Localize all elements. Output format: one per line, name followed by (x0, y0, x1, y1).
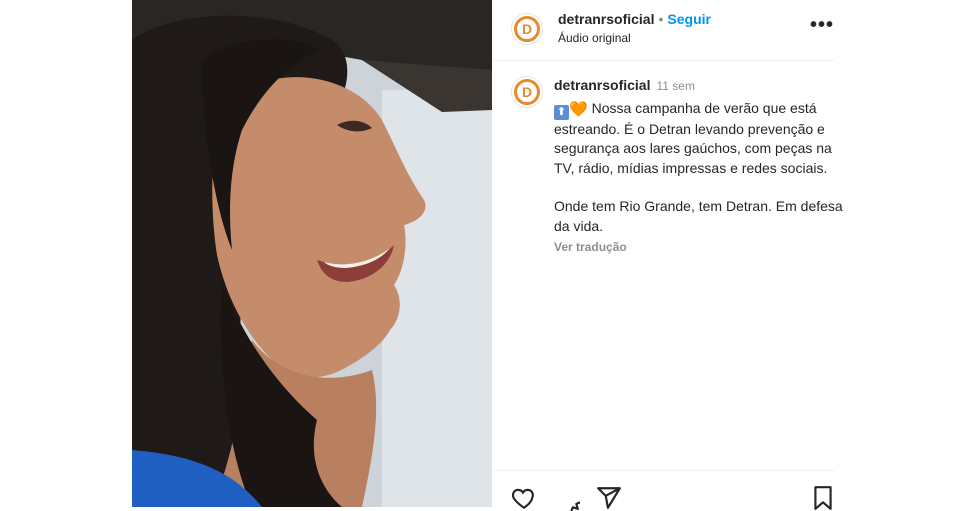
caption-text: Nossa campanha de verão que está estrean… (554, 99, 832, 176)
orange-heart-emoji: 🧡 (569, 100, 588, 118)
comment-icon[interactable] (554, 485, 580, 511)
bookmark-icon[interactable] (810, 485, 836, 511)
more-options-icon[interactable]: ••• (810, 15, 834, 38)
post-time[interactable]: 11 sem (656, 79, 694, 93)
caption-text-2: Onde tem Rio Grande, tem Detran. Em defe… (554, 198, 843, 234)
up-arrow-emoji: ⬆ (554, 104, 569, 120)
post-media[interactable] (132, 0, 492, 507)
audio-label[interactable]: Áudio original (558, 31, 631, 45)
heart-icon[interactable] (511, 485, 537, 511)
post-side-panel: D detranrsoficial • Seguir Áudio original … (492, 0, 843, 511)
separator-dot: • (658, 11, 664, 27)
brand-logo: D (514, 16, 540, 42)
post-image (132, 0, 492, 507)
post-header: D detranrsoficial • Seguir Áudio original … (492, 0, 834, 61)
send-icon[interactable] (596, 485, 622, 511)
follow-button[interactable]: Seguir (667, 11, 711, 27)
avatar[interactable]: D (511, 13, 543, 45)
caption-avatar[interactable]: D (511, 76, 543, 108)
account-name[interactable]: detranrsoficial (558, 11, 654, 27)
caption: detranrsoficial 11 sem ⬆ 🧡 Nossa campanha … (554, 76, 844, 258)
translate-link[interactable]: Ver tradução (554, 238, 844, 258)
caption-username[interactable]: detranrsoficial (554, 77, 650, 93)
action-bar (492, 470, 836, 511)
brand-logo: D (514, 79, 540, 105)
